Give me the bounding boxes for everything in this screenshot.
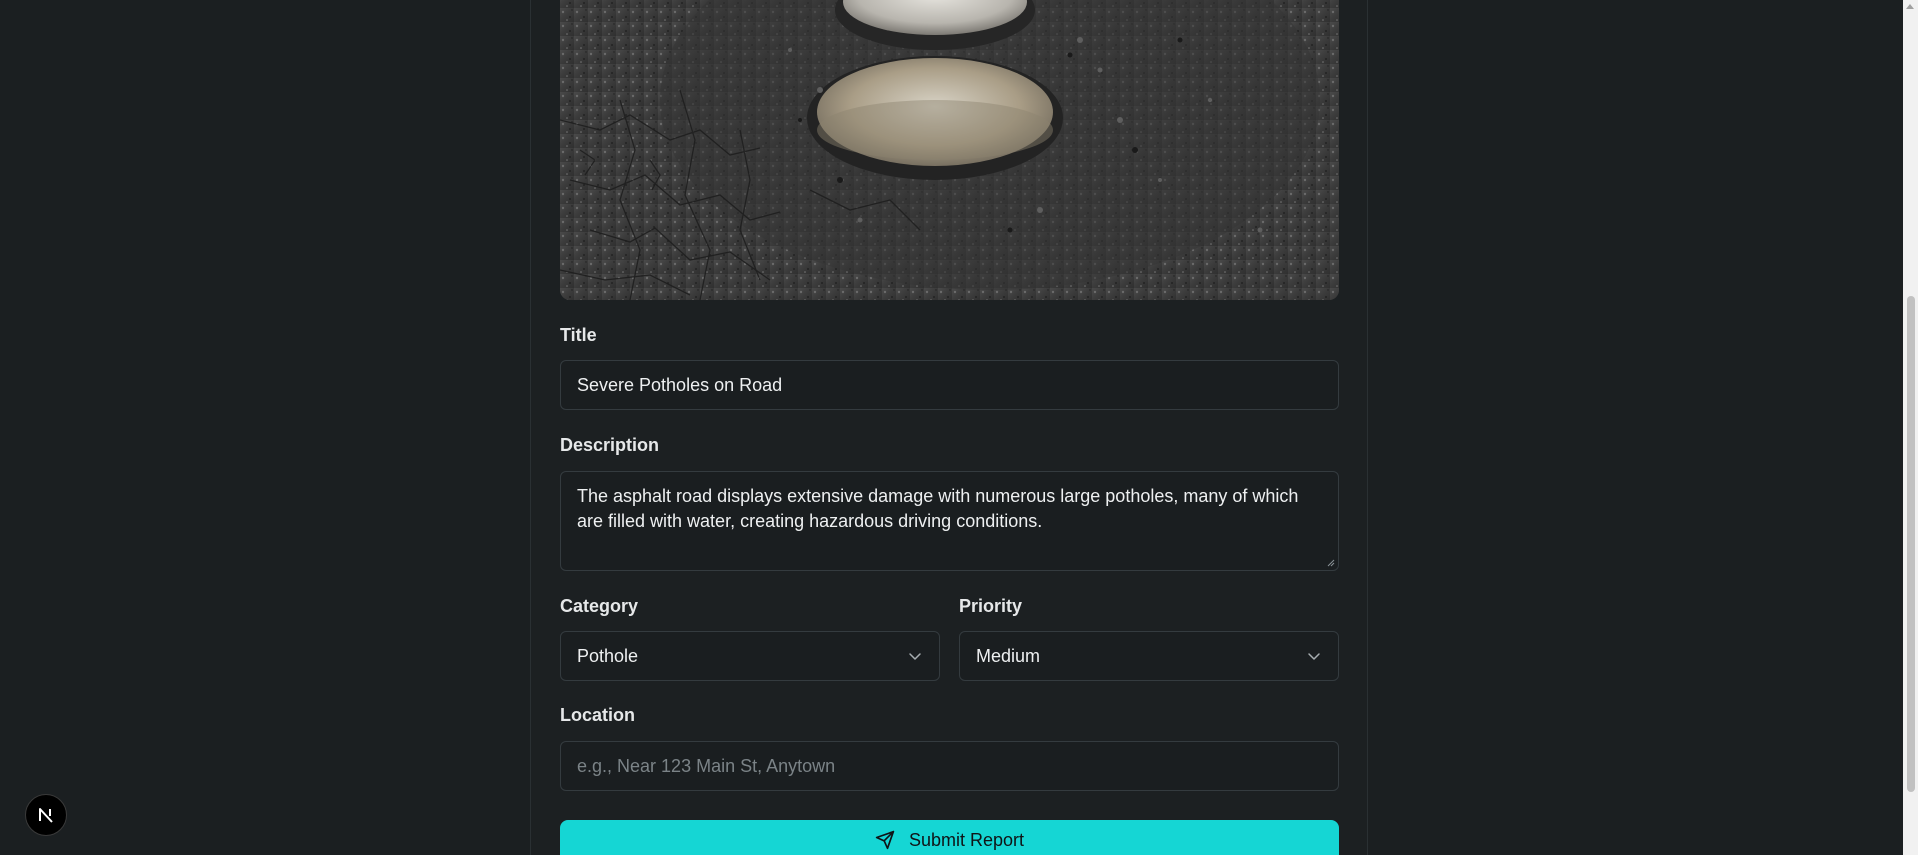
category-label: Category — [560, 596, 639, 616]
category-select-value: Pothole — [577, 645, 639, 666]
priority-select[interactable]: Medium — [959, 631, 1339, 681]
description-textarea-value: The asphalt road displays extensive dama… — [577, 486, 1299, 531]
scrollbar-thumb[interactable] — [1907, 296, 1915, 792]
title-label: Title — [560, 325, 597, 345]
page-scrollbar[interactable] — [1903, 0, 1918, 855]
uploaded-photo-preview — [560, 0, 1339, 300]
description-label: Description — [560, 435, 660, 455]
priority-label: Priority — [959, 596, 1023, 616]
resize-handle-icon[interactable] — [1326, 558, 1335, 567]
nextjs-logo-icon[interactable] — [25, 794, 67, 836]
title-input-value: Severe Potholes on Road — [577, 374, 783, 395]
priority-select-value: Medium — [976, 645, 1041, 666]
location-label: Location — [560, 705, 635, 725]
description-textarea[interactable]: The asphalt road displays extensive dama… — [560, 471, 1339, 571]
send-icon — [875, 830, 895, 850]
scroll-up-arrow-icon[interactable] — [1906, 4, 1914, 9]
category-select[interactable]: Pothole — [560, 631, 940, 681]
chevron-down-icon — [1308, 653, 1320, 660]
app-viewport: Title Severe Potholes on Road Descriptio… — [0, 0, 1918, 855]
submit-report-label: Submit Report — [908, 829, 1025, 850]
n-glyph-icon — [39, 808, 53, 823]
location-input-placeholder: e.g., Near 123 Main St, Anytown — [577, 755, 836, 776]
title-input[interactable]: Severe Potholes on Road — [560, 360, 1339, 410]
chevron-down-icon — [909, 653, 921, 660]
location-input[interactable]: e.g., Near 123 Main St, Anytown — [560, 741, 1339, 791]
submit-report-button[interactable]: Submit Report — [560, 820, 1339, 855]
